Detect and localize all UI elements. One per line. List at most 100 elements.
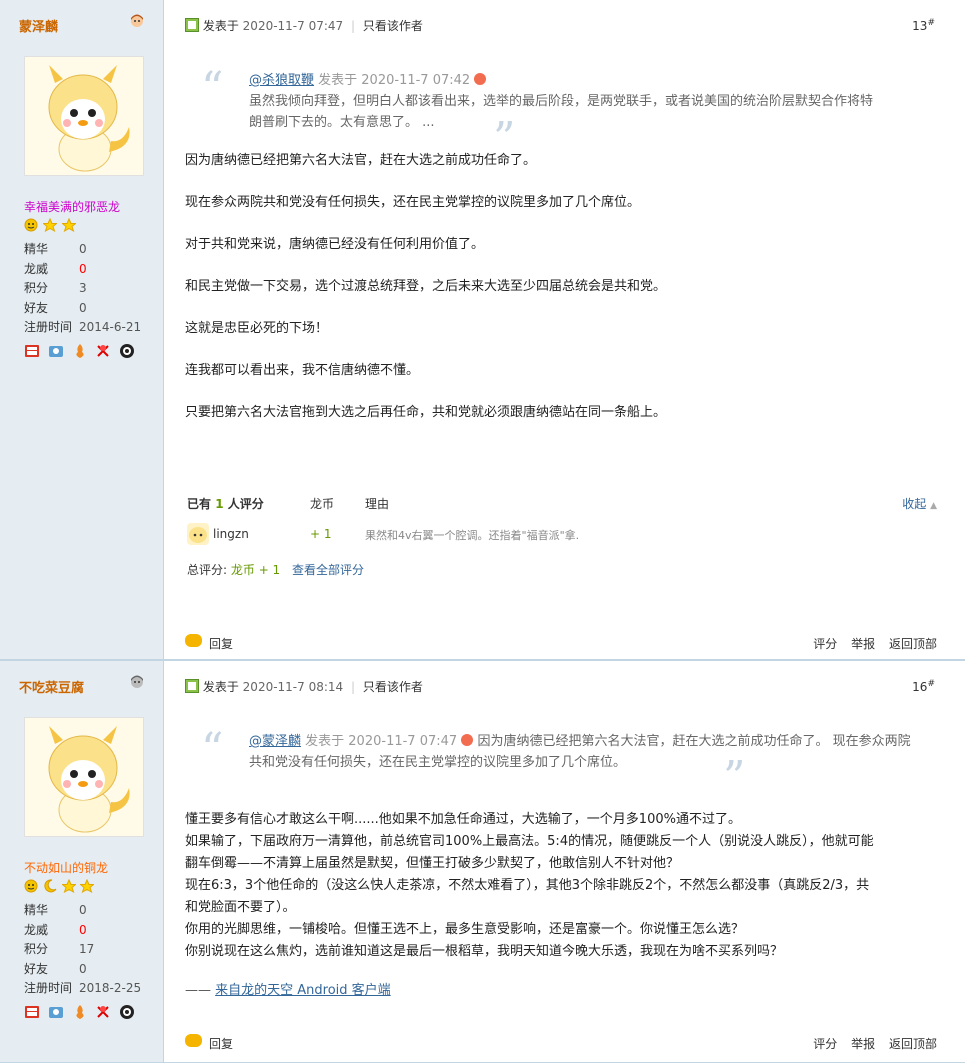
floor-value: 16 <box>912 680 928 694</box>
chevron-up-icon: ▲ <box>930 501 937 511</box>
star-icon <box>41 217 58 233</box>
rating-header: 已有 1 人评分 龙币 理由 收起 ▲ <box>185 495 937 515</box>
reply-bubble-icon[interactable] <box>185 1034 202 1047</box>
stat-value: 2014-6-21 <box>79 320 142 334</box>
quote-line: 虽然我倾向拜登，但明白人都该看出来，选举的最后阶段，是两党联手，或者说美国的统治… <box>249 94 874 109</box>
goto-quote-icon[interactable] <box>461 734 474 746</box>
stat-value: 0 <box>79 922 87 937</box>
stat-value: 2018-2-25 <box>79 981 142 995</box>
paragraph: 连我都可以看出来，我不信唐纳德不懂。 <box>185 363 420 378</box>
user-face-icon <box>130 14 144 28</box>
quote-user-link[interactable]: @蒙泽麟 <box>249 734 301 749</box>
reply-bubble-icon[interactable] <box>185 634 202 647</box>
star-icon <box>60 878 77 894</box>
quote-meta: 发表于 2020-11-7 07:47 <box>305 734 458 749</box>
stat-value[interactable]: 0 <box>79 301 87 315</box>
sun-icon <box>24 218 38 232</box>
author-sidebar: 蒙泽麟 幸福美满的邪恶龙 精华 0 龙威 0 积分 3 好友 0 注册时间 20… <box>0 0 164 659</box>
floor-hash: # <box>927 18 935 28</box>
total-value: 龙币 + 1 <box>230 563 281 577</box>
client-signature: —— 来自龙的天空 Android 客户端 <box>185 979 391 998</box>
medal-icon[interactable] <box>48 1004 64 1020</box>
paragraph: 这就是忠臣必死的下场！ <box>185 321 329 336</box>
medal-icon[interactable] <box>95 343 111 359</box>
medal-icon[interactable] <box>72 1004 88 1020</box>
stat-row: 积分 3 <box>24 279 141 299</box>
quote-block: “ @蒙泽麟 发表于 2020-11-7 07:47 因为唐纳德已经把第六名大法… <box>201 728 943 800</box>
floor-number[interactable]: 13# <box>912 18 935 33</box>
post-16: 不吃菜豆腐 不动如山的铜龙 精华 0 龙威 0 积分 17 好友 0 注册时间 … <box>0 660 965 1063</box>
stat-label: 好友 <box>24 300 49 315</box>
user-face-icon <box>130 675 144 689</box>
quote-line: 朗普刷下去的。太有意思了。 ... <box>249 115 435 130</box>
goto-quote-icon[interactable] <box>474 73 487 85</box>
stat-value[interactable]: 0 <box>79 903 87 917</box>
stat-label: 注册时间 <box>24 320 73 334</box>
quote-open-icon: “ <box>201 63 224 114</box>
divider: | <box>351 680 356 694</box>
collapse-rating-link[interactable]: 收起 ▲ <box>902 495 937 512</box>
post-content: 懂王要多有信心才敢这么干啊......他如果不加急任命通过，大选输了，一个月多1… <box>185 809 935 963</box>
post-13: 蒙泽麟 幸福美满的邪恶龙 精华 0 龙威 0 积分 3 好友 0 注册时间 20… <box>0 0 965 660</box>
stat-row: 龙威 0 <box>24 921 141 941</box>
medal-icon[interactable] <box>48 343 64 359</box>
rate-button[interactable]: 评分 <box>813 1037 837 1051</box>
medal-icon[interactable] <box>24 1004 40 1020</box>
quote-close-icon: ” <box>723 752 746 803</box>
stat-value[interactable]: 0 <box>79 242 87 256</box>
stat-label: 积分 <box>24 942 49 956</box>
rater-name[interactable]: lingzn <box>213 527 249 541</box>
sun-icon <box>24 879 38 893</box>
stat-label: 好友 <box>24 961 49 976</box>
medal-icon[interactable] <box>119 1004 135 1020</box>
paragraph: 懂王要多有信心才敢这么干啊......他如果不加急任命通过，大选输了，一个月多1… <box>185 812 741 827</box>
user-group[interactable]: 不动如山的铜龙 <box>24 859 108 876</box>
collapse-label: 收起 <box>902 497 927 511</box>
reply-button[interactable]: 回复 <box>209 1035 233 1052</box>
rating-col-currency: 龙币 <box>310 497 335 511</box>
user-group[interactable]: 幸福美满的邪恶龙 <box>24 198 120 215</box>
rater-avatar[interactable] <box>187 523 209 545</box>
paragraph: 如果输了，下届政府万一清算他，前总统官司100%上最高法。5:4的情况，随便跳反… <box>185 834 874 849</box>
rating-count: 已有 1 人评分 <box>187 495 264 512</box>
quote-text: 因为唐纳德已经把第六名大法官，赶在大选之前成功任命了。 现在参众两院 <box>477 734 911 749</box>
stat-row: 好友 0 <box>24 299 141 319</box>
stat-row: 龙威 0 <box>24 260 141 280</box>
floor-number[interactable]: 16# <box>912 679 935 694</box>
client-link[interactable]: 来自龙的天空 Android 客户端 <box>215 983 391 998</box>
only-author-link[interactable]: 只看该作者 <box>363 19 423 33</box>
stat-value[interactable]: 17 <box>79 942 94 956</box>
rate-button[interactable]: 评分 <box>813 637 837 651</box>
paragraph: 因为唐纳德已经把第六名大法官，赶在大选之前成功任命了。 <box>185 153 537 168</box>
back-to-top-button[interactable]: 返回顶部 <box>889 1037 937 1051</box>
medal-icon[interactable] <box>95 1004 111 1020</box>
author-name[interactable]: 不吃菜豆腐 <box>19 677 84 696</box>
medal-icon[interactable] <box>72 343 88 359</box>
medal-icon[interactable] <box>119 343 135 359</box>
rating-row: lingzn + 1 果然和4v右翼一个腔调。还指着"福音派"拿. <box>185 523 937 547</box>
avatar[interactable] <box>24 56 144 176</box>
rating-total: 总评分: 龙币 + 1 查看全部评分 <box>187 561 364 578</box>
paragraph: 和党脸面不要了）。 <box>185 900 296 915</box>
back-to-top-button[interactable]: 返回顶部 <box>889 637 937 651</box>
stat-row: 注册时间 2014-6-21 <box>24 318 141 338</box>
report-button[interactable]: 举报 <box>851 637 875 651</box>
author-stats: 精华 0 龙威 0 积分 17 好友 0 注册时间 2018-2-25 <box>24 901 141 999</box>
author-name[interactable]: 蒙泽麟 <box>19 16 58 35</box>
reply-button[interactable]: 回复 <box>209 635 233 652</box>
rating-prefix: 已有 <box>187 497 212 511</box>
view-all-ratings-link[interactable]: 查看全部评分 <box>292 563 364 577</box>
stat-value[interactable]: 0 <box>79 962 87 976</box>
post-footer: 回复 评分 举报 返回顶部 <box>185 1032 937 1052</box>
only-author-link[interactable]: 只看该作者 <box>363 680 423 694</box>
medal-list <box>24 1004 139 1020</box>
stat-label: 精华 <box>24 903 49 917</box>
avatar[interactable] <box>24 717 144 837</box>
quote-body: @蒙泽麟 发表于 2020-11-7 07:47 因为唐纳德已经把第六名大法官，… <box>249 731 943 773</box>
medal-icon[interactable] <box>24 343 40 359</box>
report-button[interactable]: 举报 <box>851 1037 875 1051</box>
stat-value[interactable]: 3 <box>79 281 87 295</box>
quote-user-link[interactable]: @杀狼取鞭 <box>249 73 314 88</box>
rating-reason: 果然和4v右翼一个腔调。还指着"福音派"拿. <box>365 529 580 542</box>
stat-row: 积分 17 <box>24 940 141 960</box>
